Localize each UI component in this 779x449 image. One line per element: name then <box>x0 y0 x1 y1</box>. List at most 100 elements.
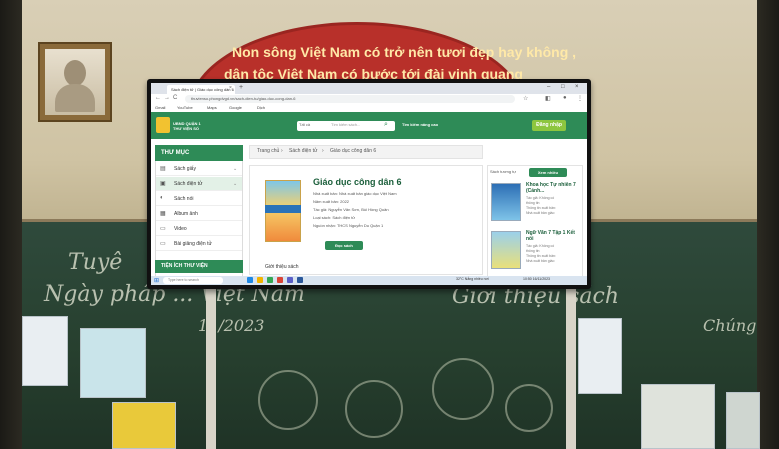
start-button[interactable]: ⊞ <box>154 277 159 284</box>
chevron-down-icon[interactable]: ⌄ <box>233 166 237 172</box>
search-input[interactable]: Tìm kiếm sách... <box>331 122 360 127</box>
search-category-select[interactable]: Tất cả <box>299 122 310 127</box>
wall-paper-1 <box>22 316 68 386</box>
book-publisher: Nhà xuất bản: Nhà xuất bản giáo dục Việt… <box>313 191 397 196</box>
site-logo[interactable] <box>156 117 170 133</box>
related-book-meta-line: Tác giả: Không có <box>526 196 555 200</box>
weather-widget[interactable]: 32°C Nắng nhiều nơi <box>456 277 489 281</box>
related-book-title-1[interactable]: Khoa học Tự nhiên 7 (Cánh... <box>526 182 578 194</box>
search-icon[interactable]: ⌕ <box>384 121 388 129</box>
profile-icon[interactable]: ● <box>563 95 567 101</box>
tv-screen: Sách điện tử | Giáo dục công dân 6 × + –… <box>151 83 587 285</box>
site-name[interactable]: UBND QUẬN 1 THƯ VIỆN SỐ <box>173 121 201 131</box>
left-shadow <box>0 0 22 449</box>
minimize-button[interactable]: – <box>547 84 550 90</box>
related-book-meta-line: Thông tin xuất bản: <box>526 206 556 210</box>
book-authors: Tác giả: Nguyễn Văn Sơn, Bùi Hồng Quân <box>313 207 389 212</box>
book-icon: ▤ <box>160 166 166 172</box>
sidebar-item-label: Sách điện tử <box>174 181 203 187</box>
paper-stack <box>726 392 760 449</box>
related-book-meta-line: thông tin <box>526 249 540 253</box>
book-type: Loại sách: Sách điện tử <box>313 215 356 220</box>
sidebar-item-sach-giay[interactable]: Sách giấy <box>156 162 242 176</box>
breadcrumb-separator: › <box>322 148 324 154</box>
browser-tab[interactable]: Sách điện tử | Giáo dục công dân 6 <box>167 85 235 94</box>
tv-stand-pole-left <box>206 289 216 449</box>
breadcrumb-separator: › <box>281 148 283 154</box>
sidebar-item-label: Video <box>174 226 187 232</box>
sidebar-item-label: Album ảnh <box>174 211 198 217</box>
related-book-meta-line: Tác giả: Không có <box>526 244 555 248</box>
related-book-cover-2[interactable] <box>491 231 521 269</box>
chalk-flower-2 <box>345 380 403 438</box>
edge-icon[interactable] <box>247 277 253 283</box>
lecture-icon: ▭ <box>160 241 166 247</box>
address-bar[interactable]: thuvienso.phongdvgd.vn/sach-dien-tu/giao… <box>185 95 515 103</box>
video-icon: ▭ <box>160 226 166 232</box>
breadcrumb-ebooks[interactable]: Sách điện tử <box>289 148 317 154</box>
sidebar-item-sach-noi[interactable]: Sách nói <box>156 192 242 206</box>
book-year: Năm xuất bản: 2022 <box>313 199 350 204</box>
tab-most-viewed[interactable]: Xem nhiều <box>529 168 567 177</box>
bookmark-google[interactable]: Google <box>229 105 242 110</box>
chalk-flower-3 <box>432 358 494 420</box>
chalk-text-tuyen: Tuyê <box>68 250 123 275</box>
breadcrumb-current: Giáo dục công dân 6 <box>330 148 377 154</box>
chalk-flower-1 <box>258 370 318 430</box>
audio-icon: ◐ <box>160 195 164 201</box>
portrait-body <box>55 84 95 112</box>
image-icon: ▦ <box>160 211 166 217</box>
related-book-meta-line: Nhà xuất bản giáo <box>526 259 555 263</box>
taskbar-clock[interactable]: 10:50 16/11/2023 <box>523 277 550 281</box>
book-title: Giáo dục công dân 6 <box>313 177 402 187</box>
wall-paper-3 <box>578 318 622 394</box>
app-icon[interactable] <box>277 277 283 283</box>
bookmark-maps[interactable]: Maps <box>207 105 217 110</box>
sidebar-item-label: Sách giấy <box>174 166 196 172</box>
file-explorer-icon[interactable] <box>257 277 263 283</box>
close-window-button[interactable]: × <box>575 84 579 90</box>
portrait-head <box>64 60 86 86</box>
extensions-icon[interactable]: ◧ <box>545 95 551 102</box>
sidebar-item-label: Bài giảng điện tử <box>174 241 212 247</box>
back-button[interactable]: ← <box>155 95 161 101</box>
related-book-meta-line: thông tin <box>526 201 540 205</box>
chrome-icon[interactable] <box>267 277 273 283</box>
read-book-button[interactable]: Đọc sách <box>325 241 363 250</box>
sidebar-item-album-anh[interactable]: Album ảnh <box>156 207 242 221</box>
related-book-title-2[interactable]: Ngữ Văn 7 Tập 1 Kết nối <box>526 230 578 242</box>
sidebar-item-sach-dien-tu[interactable]: Sách điện tử <box>156 177 242 191</box>
bookmark-youtube[interactable]: YouTube <box>177 105 193 110</box>
advanced-search-link[interactable]: Tìm kiếm nâng cao <box>402 122 438 127</box>
chalk-flower-4 <box>505 384 553 432</box>
forward-button[interactable]: → <box>164 95 170 101</box>
new-tab-button[interactable]: + <box>239 84 243 91</box>
teams-icon[interactable] <box>287 277 293 283</box>
utilities-title: TIỆN ÍCH THƯ VIỆN <box>155 260 243 273</box>
word-icon[interactable] <box>297 277 303 283</box>
related-book-meta-line: Thông tin xuất bản: <box>526 254 556 258</box>
menu-icon[interactable]: ⋮ <box>577 95 583 102</box>
maximize-button[interactable]: □ <box>561 84 565 90</box>
tv-stand-pole-right <box>566 289 576 449</box>
star-icon[interactable]: ☆ <box>523 95 528 102</box>
ebook-icon: ▣ <box>160 181 166 187</box>
sidebar-title: THƯ MỤC <box>155 145 243 161</box>
chevron-down-icon[interactable]: ⌄ <box>233 181 237 187</box>
taskbar-search-input[interactable]: Type here to search <box>163 277 223 284</box>
reload-button[interactable]: C <box>173 95 177 101</box>
related-book-cover-1[interactable] <box>491 183 521 221</box>
book-cover-band <box>265 205 301 213</box>
sidebar-item-bai-giang[interactable]: Bài giảng điện tử <box>156 237 242 251</box>
site-name-line-2: THƯ VIỆN SỐ <box>173 126 199 131</box>
sidebar-item-label: Sách nói <box>174 196 194 202</box>
wall-paper-2 <box>80 328 146 398</box>
sidebar-item-video[interactable]: Video <box>156 222 242 236</box>
tab-close-icon[interactable]: × <box>229 85 232 91</box>
bookmark-dich[interactable]: Dịch <box>257 105 265 110</box>
book-intro-heading: Giới thiệu sách <box>265 264 299 270</box>
tab-related-books[interactable]: Sách tương tự <box>490 169 516 174</box>
breadcrumb-home[interactable]: Trang chủ <box>257 148 279 154</box>
login-button[interactable]: Đăng nhập <box>532 120 566 131</box>
bookmark-gmail[interactable]: Gmail <box>155 105 165 110</box>
